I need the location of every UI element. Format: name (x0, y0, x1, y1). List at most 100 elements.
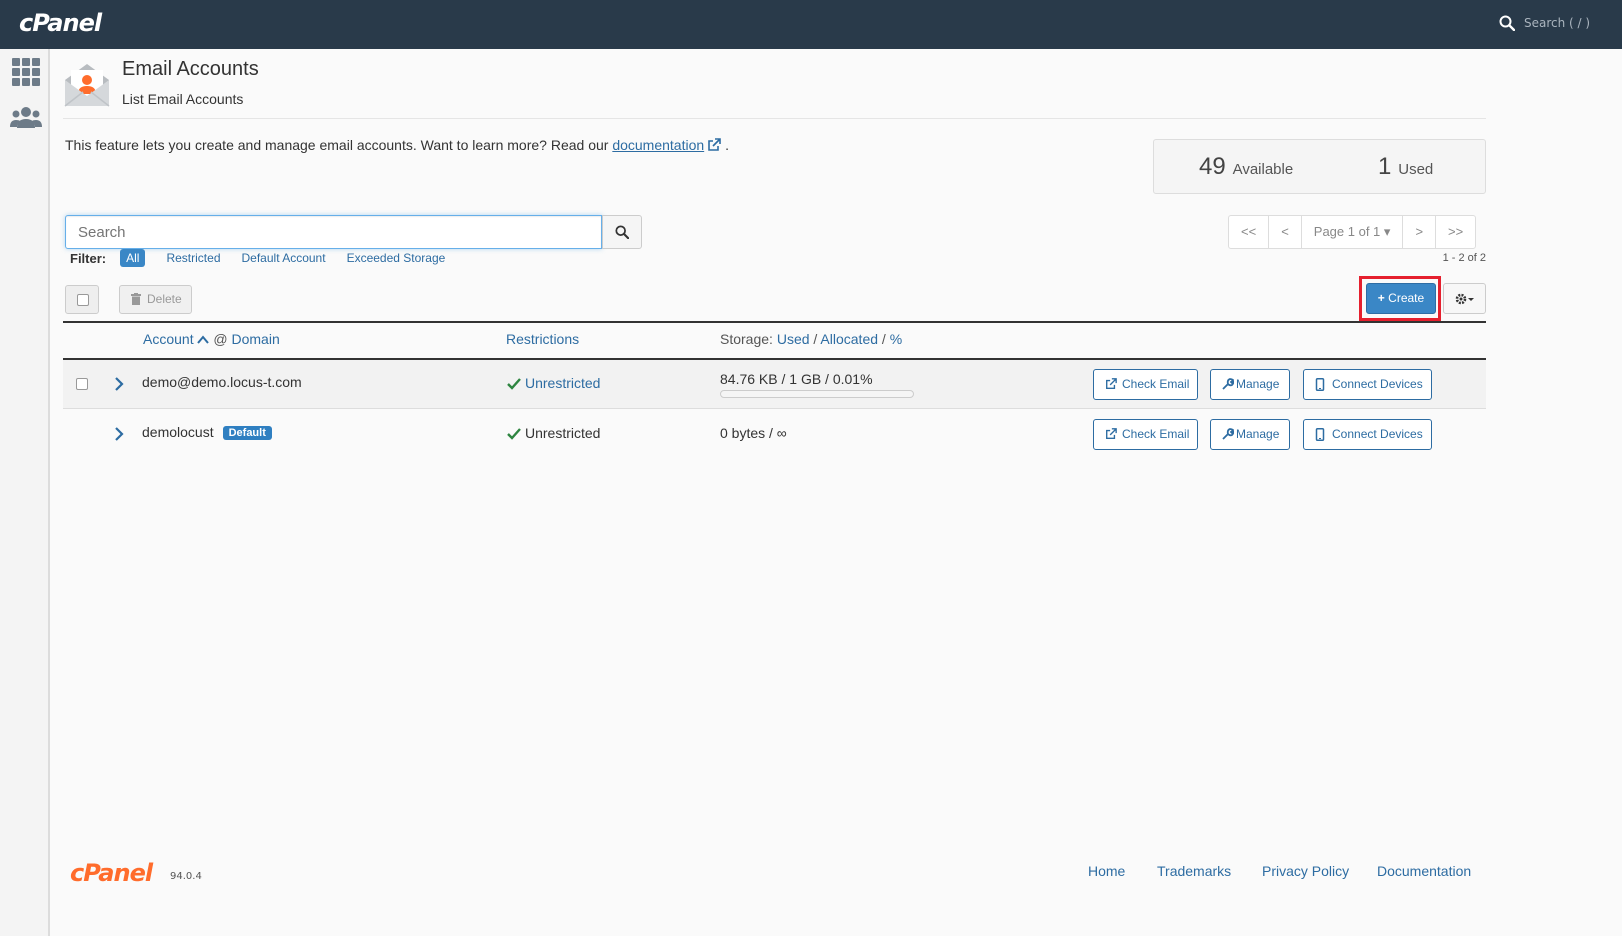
check-icon (507, 378, 521, 390)
last-page-button[interactable]: >> (1435, 216, 1475, 248)
restriction-status: Unrestricted (507, 425, 600, 441)
header-storage: Storage: Used / Allocated / % (720, 331, 902, 347)
table-row: demolocust Default Unrestricted 0 bytes /… (63, 410, 1486, 459)
create-label: Create (1388, 291, 1425, 305)
gear-icon (1455, 293, 1474, 304)
wrench-icon (1222, 428, 1234, 440)
page-select[interactable]: Page 1 of 1 ▾ (1300, 216, 1403, 248)
default-badge: Default (222, 426, 272, 440)
stat-available-num: 49 (1199, 153, 1226, 180)
check-email-button[interactable]: Check Email (1093, 419, 1198, 450)
connect-devices-button[interactable]: Connect Devices (1303, 419, 1432, 450)
footer-privacy-link[interactable]: Privacy Policy (1262, 863, 1349, 879)
at-sign: @ (213, 331, 228, 347)
delete-label: Delete (147, 292, 182, 306)
settings-dropdown-button[interactable] (1443, 283, 1486, 314)
external-link-icon (1106, 378, 1117, 389)
stat-available: 49 Available (1199, 153, 1293, 181)
row-checkbox[interactable] (76, 378, 88, 390)
first-page-button[interactable]: << (1229, 216, 1268, 248)
footer-cpanel-logo[interactable]: cPanel (70, 859, 153, 887)
page-subtitle: List Email Accounts (122, 91, 244, 107)
connect-devices-label: Connect Devices (1332, 427, 1423, 441)
chevron-right-icon[interactable] (114, 376, 124, 392)
intro-suffix: . (725, 137, 729, 153)
filter-all[interactable]: All (120, 249, 146, 267)
sort-percent-link[interactable]: % (890, 331, 902, 347)
trash-icon (131, 293, 141, 305)
page-select-label: Page 1 of 1 (1313, 224, 1381, 239)
storage-value: 0 bytes / ∞ (720, 425, 787, 441)
header-account-domain: Account @ Domain (143, 331, 280, 347)
header-divider (63, 118, 1486, 119)
filter-label: Filter: (70, 250, 107, 266)
search-input[interactable] (65, 215, 602, 249)
plus-icon: + (1377, 291, 1385, 305)
stat-used-label: Used (1398, 161, 1434, 178)
footer-home-link[interactable]: Home (1088, 863, 1125, 879)
storage-value: 84.76 KB / 1 GB / 0.01% (720, 371, 873, 387)
prev-page-button[interactable]: < (1268, 216, 1301, 248)
table-top-border (63, 321, 1486, 323)
next-page-button[interactable]: > (1402, 216, 1435, 248)
apps-grid-icon[interactable] (10, 56, 42, 88)
filter-bar: Filter: All Restricted Default Account E… (70, 248, 466, 268)
search-icon (615, 225, 629, 239)
sort-used-link[interactable]: Used (777, 331, 810, 347)
users-icon[interactable] (10, 102, 42, 134)
main-content: Email Accounts List Email Accounts This … (50, 49, 1622, 936)
caret-down-icon: ▾ (1383, 224, 1391, 239)
restriction-text: Unrestricted (525, 425, 601, 441)
mobile-icon (1315, 428, 1325, 441)
storage-progress-bar (720, 390, 914, 398)
account-name: demo@demo.locus-t.com (142, 374, 302, 390)
check-email-label: Check Email (1122, 427, 1190, 441)
sidebar (0, 49, 50, 936)
stat-used-num: 1 (1378, 153, 1392, 180)
sort-asc-icon[interactable] (197, 335, 210, 344)
top-bar: cPanel Search ( / ) (0, 0, 1622, 49)
cpanel-logo[interactable]: cPanel (19, 9, 102, 37)
chevron-right-icon[interactable] (114, 426, 124, 442)
select-all-button[interactable] (65, 285, 99, 314)
external-link-icon[interactable] (707, 138, 721, 152)
page-title: Email Accounts (122, 58, 259, 80)
footer-version: 94.0.4 (170, 871, 202, 882)
search-button[interactable] (602, 215, 642, 249)
intro-text-body: This feature lets you create and manage … (65, 137, 609, 153)
check-email-button[interactable]: Check Email (1093, 369, 1198, 400)
sort-restrictions-link[interactable]: Restrictions (506, 331, 579, 347)
filter-restricted[interactable]: Restricted (166, 251, 220, 265)
connect-devices-label: Connect Devices (1332, 377, 1423, 391)
sort-allocated-link[interactable]: Allocated (820, 331, 878, 347)
create-button[interactable]: + Create (1366, 283, 1436, 314)
connect-devices-button[interactable]: Connect Devices (1303, 369, 1432, 400)
manage-label: Manage (1236, 377, 1280, 391)
external-link-icon (1106, 428, 1117, 439)
footer-documentation-link[interactable]: Documentation (1377, 863, 1471, 879)
filter-default-account[interactable]: Default Account (242, 251, 326, 265)
search-icon[interactable] (1499, 15, 1515, 31)
footer-trademarks-link[interactable]: Trademarks (1157, 863, 1231, 879)
manage-button[interactable]: Manage (1210, 369, 1290, 400)
sort-domain-link[interactable]: Domain (231, 331, 279, 347)
global-search-input[interactable]: Search ( / ) (1524, 13, 1614, 33)
delete-button[interactable]: Delete (119, 285, 192, 314)
manage-button[interactable]: Manage (1210, 419, 1290, 450)
stats-panel: 49 Available 1 Used (1153, 139, 1486, 194)
header-sep: / (881, 331, 886, 347)
stat-used: 1 Used (1378, 153, 1433, 181)
email-accounts-icon (64, 64, 110, 107)
header-sep: / (813, 331, 818, 347)
pagination: << < Page 1 of 1 ▾ > >> (1228, 215, 1477, 249)
sort-account-link[interactable]: Account (143, 331, 194, 347)
restriction-link[interactable]: Unrestricted (525, 375, 600, 391)
select-all-checkbox[interactable] (77, 294, 89, 306)
documentation-link[interactable]: documentation (612, 137, 704, 153)
account-name-text: demolocust (142, 424, 214, 440)
mobile-icon (1315, 378, 1325, 391)
filter-exceeded-storage[interactable]: Exceeded Storage (347, 251, 446, 265)
restriction-status: Unrestricted (507, 375, 600, 391)
table-row: demo@demo.locus-t.com Unrestricted 84.76… (63, 360, 1486, 409)
result-range: 1 - 2 of 2 (1442, 252, 1486, 264)
